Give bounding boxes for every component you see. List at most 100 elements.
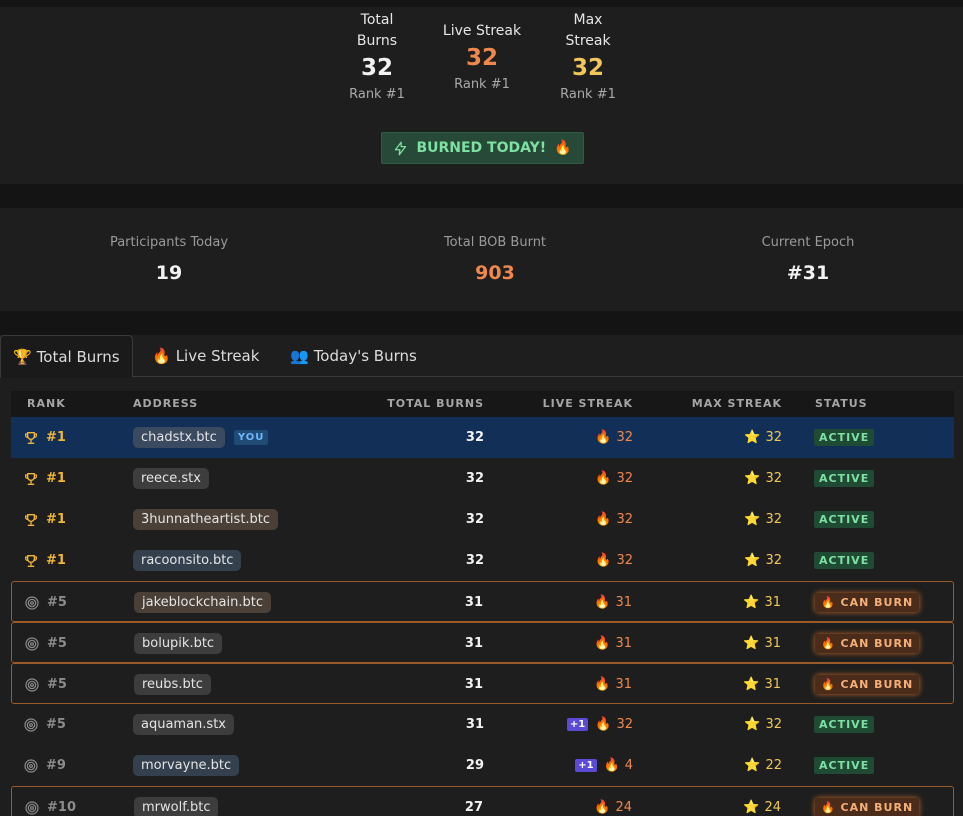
max-streak-cell: ⭐ 31 — [743, 623, 781, 664]
table-row: #1 reece.stx 32 🔥 32 ⭐ 32 ACTIVE — [11, 458, 954, 499]
tab-label: Today's Burns — [313, 347, 417, 365]
max-streak-cell: ⭐ 32 — [744, 540, 782, 581]
leaderboard-card: 🏆 Total Burns 🔥 Live Streak 👥 Today's Bu… — [0, 335, 963, 816]
status-badge: ACTIVE — [814, 757, 875, 774]
target-icon — [25, 636, 39, 651]
address-cell: chadstx.btc YOU — [133, 417, 269, 458]
status-badge[interactable]: 🔥 CAN BURN — [815, 634, 920, 653]
star-icon: ⭐ — [744, 471, 761, 486]
flame-icon: 🔥 — [152, 347, 171, 365]
live-streak-value: 24 — [615, 800, 632, 815]
status-cell: 🔥 CAN BURN — [815, 787, 920, 816]
people-icon: 👥 — [290, 347, 309, 365]
header-status: STATUS — [815, 397, 868, 410]
trophy-icon — [25, 431, 37, 444]
table-row: #5 bolupik.btc 31 🔥 31 ⭐ 31 🔥 CAN BURN — [11, 622, 954, 663]
max-streak-cell: ⭐ 22 — [744, 745, 782, 786]
status-text: ACTIVE — [819, 431, 870, 444]
address-pill[interactable]: mrwolf.btc — [134, 797, 219, 816]
status-cell: ACTIVE — [814, 745, 875, 786]
table-header: RANK ADDRESS TOTAL BURNS LIVE STREAK MAX… — [11, 391, 954, 417]
max-streak-label-2: Streak — [565, 33, 611, 49]
rank-cell: #5 — [24, 664, 67, 705]
star-icon: ⭐ — [744, 553, 761, 568]
tab-total-burns[interactable]: 🏆 Total Burns — [0, 335, 133, 378]
flame-icon: 🔥 — [595, 512, 612, 527]
bob-burnt-label: Total BOB Burnt — [443, 235, 547, 250]
header-live-streak: LIVE STREAK — [542, 397, 633, 410]
max-streak-cell: ⭐ 31 — [743, 582, 781, 623]
total-burns-label-2: Burns — [356, 33, 398, 49]
status-badge[interactable]: 🔥 CAN BURN — [815, 675, 920, 694]
header-address: ADDRESS — [133, 397, 199, 410]
star-icon: ⭐ — [744, 758, 761, 773]
total-burns-cell: 27 — [464, 800, 483, 815]
live-streak-stat: Live Streak 32 Rank #1 — [422, 21, 542, 95]
table-row: #10 mrwolf.btc 27 🔥 24 ⭐ 24 🔥 CAN BURN — [11, 786, 954, 816]
status-cell: ACTIVE — [814, 458, 875, 499]
live-streak-value: 32 — [616, 430, 633, 445]
rank-cell: #10 — [24, 787, 76, 816]
table-row: #5 reubs.btc 31 🔥 31 ⭐ 31 🔥 CAN BURN — [11, 663, 954, 704]
address-pill[interactable]: reubs.btc — [134, 674, 211, 695]
address-pill[interactable]: 3hunnatheartist.btc — [133, 509, 279, 530]
target-icon — [24, 758, 38, 773]
live-streak-cell: 🔥 24 — [594, 787, 632, 816]
max-streak-cell: ⭐ 31 — [743, 664, 781, 705]
star-icon: ⭐ — [744, 717, 761, 732]
address-pill[interactable]: morvayne.btc — [133, 755, 240, 776]
star-icon: ⭐ — [744, 430, 761, 445]
total-burns-value: 32 — [360, 55, 393, 81]
address-cell: 3hunnatheartist.btc — [133, 499, 279, 540]
address-pill[interactable]: reece.stx — [133, 468, 209, 489]
status-cell: ACTIVE — [814, 540, 875, 581]
flame-icon: 🔥 — [594, 677, 611, 692]
tab-todays-burns[interactable]: 👥 Today's Burns — [278, 335, 429, 377]
bob-burnt-value: 903 — [475, 262, 515, 284]
tab-live-streak[interactable]: 🔥 Live Streak — [140, 335, 271, 377]
rank-cell: #5 — [24, 582, 67, 623]
live-streak-value: 32 — [616, 553, 633, 568]
address-pill[interactable]: bolupik.btc — [134, 633, 223, 654]
status-text: CAN BURN — [840, 637, 914, 650]
max-streak-value: 32 — [571, 55, 604, 81]
live-streak-cell: 🔥 32 — [595, 417, 633, 458]
status-badge[interactable]: 🔥 CAN BURN — [815, 798, 920, 816]
total-burns-stat: Total Burns 32 Rank #1 — [317, 10, 437, 105]
address-pill[interactable]: chadstx.btc — [133, 427, 225, 448]
flame-icon: 🔥 — [603, 758, 620, 773]
rank-cell: #9 — [23, 745, 66, 786]
max-streak-value: 32 — [765, 717, 782, 732]
table-row: #5 jakeblockchain.btc 31 🔥 31 ⭐ 31 🔥 CAN BURN — [11, 581, 954, 622]
rank-value: #5 — [47, 595, 67, 610]
max-streak-value: 32 — [765, 512, 782, 527]
max-streak-cell: ⭐ 32 — [744, 704, 782, 745]
flame-icon: 🔥 — [594, 595, 611, 610]
rank-cell: #1 — [23, 499, 66, 540]
address-pill[interactable]: racoonsito.btc — [133, 550, 242, 571]
status-badge[interactable]: 🔥 CAN BURN — [815, 593, 920, 612]
address-pill[interactable]: aquaman.stx — [133, 714, 234, 735]
live-streak-rank: Rank #1 — [454, 77, 510, 92]
live-streak-cell: +1 🔥 4 — [575, 745, 633, 786]
max-streak-rank: Rank #1 — [560, 87, 616, 102]
burned-today-badge: BURNED TODAY! 🔥 — [381, 132, 584, 164]
header-total-burns: TOTAL BURNS — [387, 397, 484, 410]
rank-value: #9 — [46, 758, 66, 773]
address-pill[interactable]: jakeblockchain.btc — [134, 592, 271, 613]
live-streak-label: Live Streak — [442, 23, 522, 39]
status-badge: ACTIVE — [814, 716, 875, 733]
trophy-icon — [25, 554, 37, 567]
rank-cell: #1 — [23, 540, 66, 581]
status-text: CAN BURN — [840, 596, 914, 609]
status-text: ACTIVE — [819, 759, 870, 772]
star-icon: ⭐ — [743, 595, 760, 610]
total-burns-cell: 32 — [465, 512, 484, 527]
rank-value: #1 — [46, 430, 66, 445]
live-streak-cell: 🔥 31 — [594, 664, 632, 705]
total-burns-cell: 31 — [464, 677, 483, 692]
status-cell: ACTIVE — [814, 499, 875, 540]
live-streak-value: 32 — [616, 471, 633, 486]
max-streak-value: 31 — [764, 677, 781, 692]
rank-cell: #5 — [24, 623, 67, 664]
